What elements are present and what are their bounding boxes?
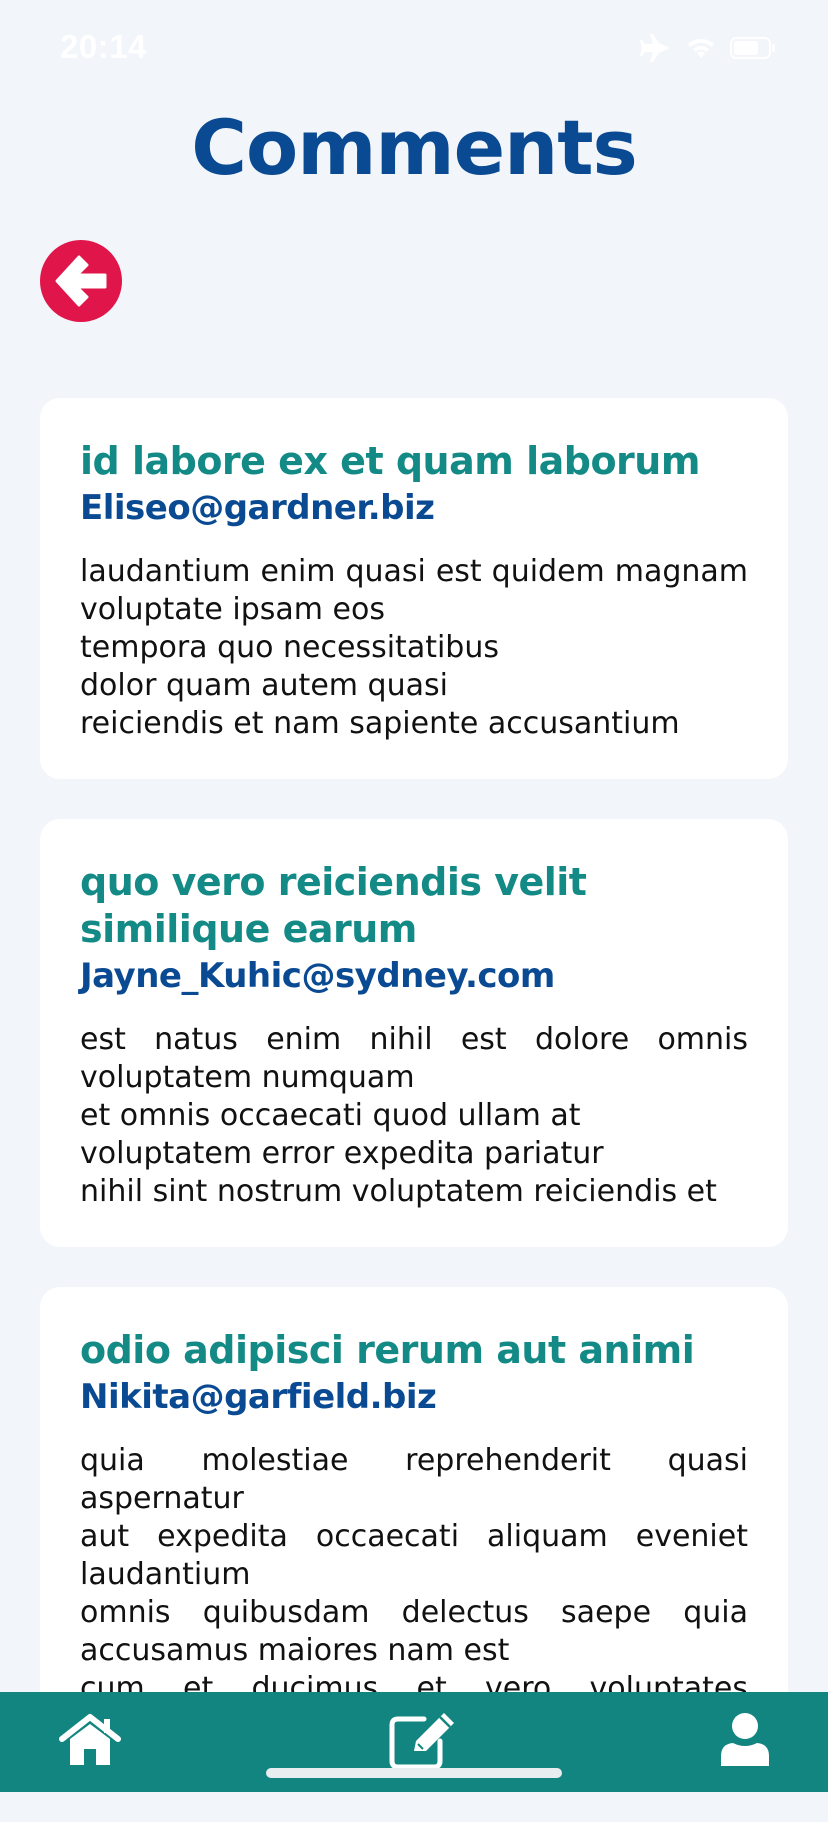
comment-title: quo vero reiciendis velit similique earu…: [80, 860, 587, 951]
tab-edit[interactable]: [388, 1710, 458, 1770]
status-time: 20:14: [60, 28, 147, 65]
airplane-mode-icon: [640, 34, 670, 62]
comment-body: laudantium enim quasi est quidem magnam …: [80, 554, 748, 741]
status-icons: [640, 34, 776, 62]
comment-body: est natus enim nihil est dolore omnis vo…: [80, 1022, 748, 1209]
tab-profile[interactable]: [710, 1710, 780, 1770]
user-icon: [721, 1713, 769, 1766]
comment-email: Nikita@garfield.biz: [80, 1377, 437, 1417]
arrow-left-circle-icon: [40, 240, 122, 322]
back-button[interactable]: [40, 240, 122, 322]
tab-home[interactable]: [55, 1710, 125, 1770]
comment-card: id labore ex et quam laborum Eliseo@gard…: [40, 398, 788, 779]
status-bar: 20:14: [0, 0, 828, 100]
edit-icon: [389, 1713, 454, 1769]
home-icon: [59, 1714, 121, 1765]
comment-title: id labore ex et quam laborum: [80, 439, 700, 483]
comment-title: odio adipisci rerum aut animi: [80, 1328, 695, 1372]
page-title: Comments: [191, 103, 638, 192]
home-indicator[interactable]: [266, 1768, 562, 1778]
comment-email: Eliseo@gardner.biz: [80, 488, 435, 528]
comment-card: quo vero reiciendis velit similique earu…: [40, 819, 788, 1247]
wifi-icon: [688, 38, 714, 58]
battery-icon: [730, 37, 775, 59]
comment-email: Jayne_Kuhic@sydney.com: [80, 956, 555, 996]
comment-list: id labore ex et quam laborum Eliseo@gard…: [40, 398, 788, 1822]
